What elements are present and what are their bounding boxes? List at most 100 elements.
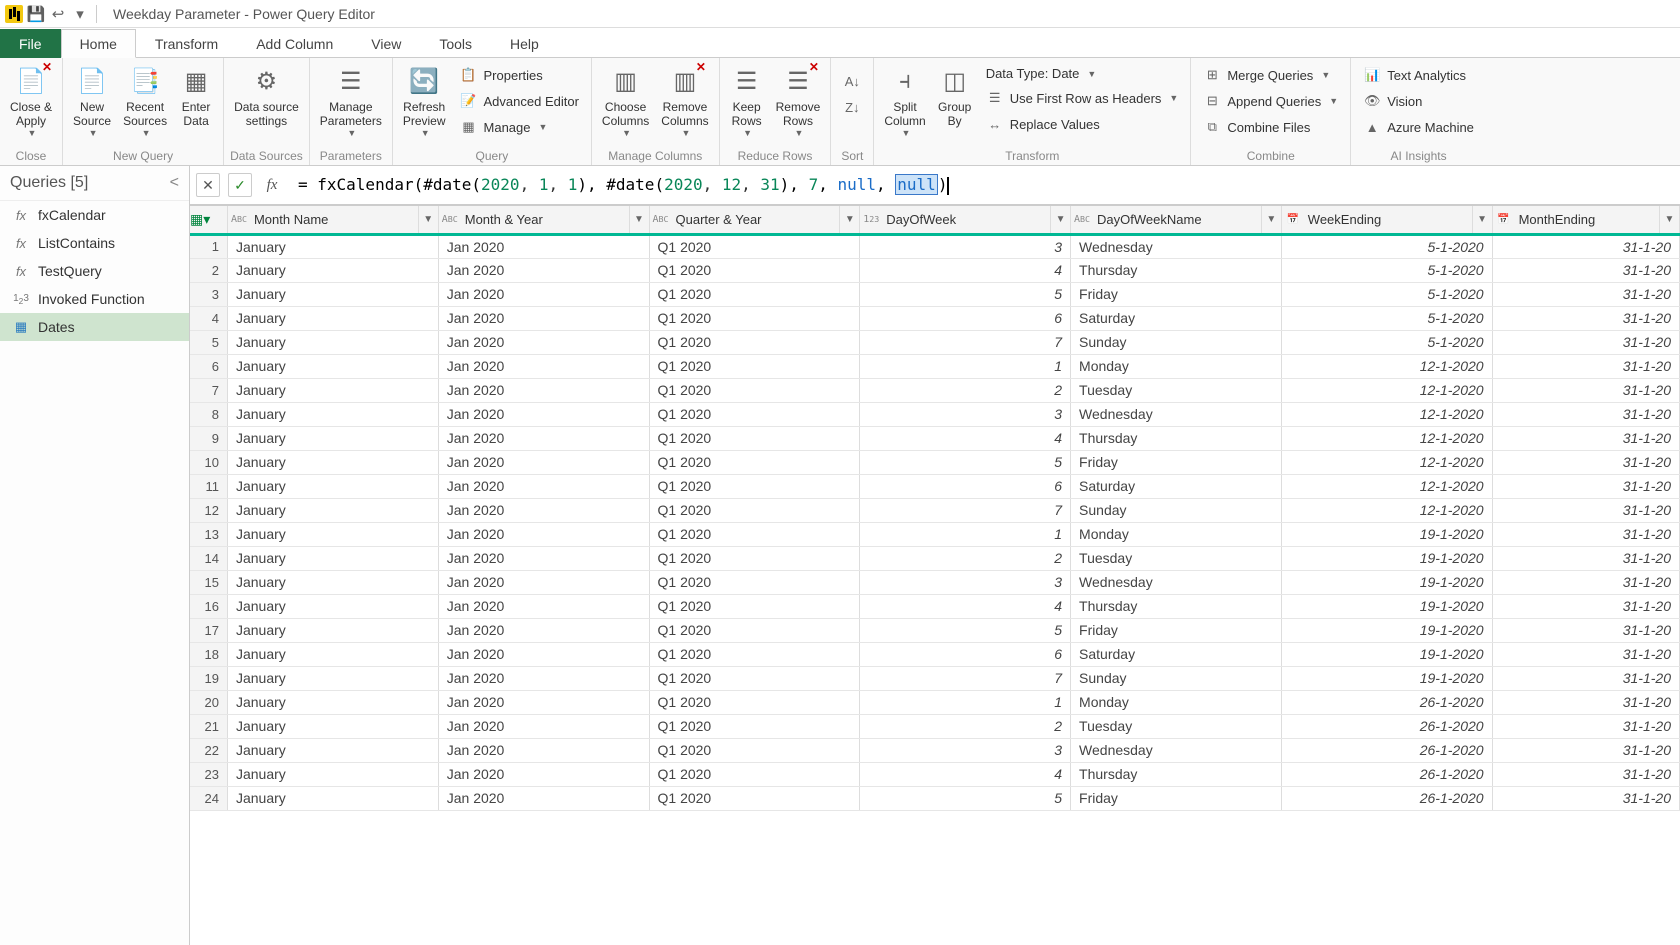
table-cell[interactable]: 26-1-2020: [1281, 786, 1492, 810]
filter-dropdown-icon[interactable]: ▼: [1472, 206, 1492, 233]
table-cell[interactable]: Q1 2020: [649, 690, 860, 714]
table-cell[interactable]: 19-1-2020: [1281, 546, 1492, 570]
table-cell[interactable]: Q1 2020: [649, 738, 860, 762]
table-cell[interactable]: January: [227, 522, 438, 546]
table-cell[interactable]: Wednesday: [1071, 738, 1282, 762]
table-cell[interactable]: Q1 2020: [649, 426, 860, 450]
table-cell[interactable]: Saturday: [1071, 306, 1282, 330]
query-item[interactable]: fxListContains: [0, 229, 189, 257]
type-icon[interactable]: ABC: [228, 214, 250, 225]
table-cell[interactable]: January: [227, 738, 438, 762]
column-header[interactable]: ABCDayOfWeekName▼: [1071, 206, 1282, 234]
table-row[interactable]: 15JanuaryJan 2020Q1 20203Wednesday19-1-2…: [190, 570, 1680, 594]
remove-rows-button[interactable]: ☰ Remove Rows ▼: [770, 60, 827, 138]
keep-rows-button[interactable]: ☰ Keep Rows ▼: [724, 60, 770, 138]
qat-customize-icon[interactable]: ▾: [70, 4, 90, 24]
table-cell[interactable]: Q1 2020: [649, 762, 860, 786]
table-cell[interactable]: 7: [860, 498, 1071, 522]
table-cell[interactable]: 31-1-20: [1492, 594, 1679, 618]
table-cell[interactable]: 7: [860, 330, 1071, 354]
table-cell[interactable]: 12-1-2020: [1281, 426, 1492, 450]
table-cell[interactable]: 19-1-2020: [1281, 642, 1492, 666]
table-cell[interactable]: Sunday: [1071, 330, 1282, 354]
table-cell[interactable]: 31-1-20: [1492, 666, 1679, 690]
data-source-settings-button[interactable]: ⚙ Data source settings: [228, 60, 305, 128]
table-cell[interactable]: Q1 2020: [649, 330, 860, 354]
table-cell[interactable]: 19-1-2020: [1281, 618, 1492, 642]
table-cell[interactable]: Jan 2020: [438, 402, 649, 426]
table-row[interactable]: 8JanuaryJan 2020Q1 20203Wednesday12-1-20…: [190, 402, 1680, 426]
table-cell[interactable]: Friday: [1071, 450, 1282, 474]
first-row-headers-button[interactable]: ☰Use First Row as Headers▼: [982, 87, 1183, 109]
tab-home[interactable]: Home: [61, 29, 136, 58]
table-cell[interactable]: 4: [860, 258, 1071, 282]
filter-dropdown-icon[interactable]: ▼: [1050, 206, 1070, 233]
table-cell[interactable]: Q1 2020: [649, 714, 860, 738]
type-icon[interactable]: ABC: [1071, 214, 1093, 225]
table-cell[interactable]: Jan 2020: [438, 522, 649, 546]
properties-button[interactable]: 📋Properties: [456, 64, 583, 86]
table-cell[interactable]: January: [227, 498, 438, 522]
qat-save-icon[interactable]: 💾: [26, 4, 46, 24]
table-cell[interactable]: 31-1-20: [1492, 642, 1679, 666]
table-cell[interactable]: Jan 2020: [438, 306, 649, 330]
table-cell[interactable]: Jan 2020: [438, 474, 649, 498]
table-cell[interactable]: 31-1-20: [1492, 354, 1679, 378]
type-icon[interactable]: ABC: [439, 214, 461, 225]
table-row[interactable]: 17JanuaryJan 2020Q1 20205Friday19-1-2020…: [190, 618, 1680, 642]
table-cell[interactable]: 19-1-2020: [1281, 570, 1492, 594]
table-cell[interactable]: Friday: [1071, 786, 1282, 810]
table-cell[interactable]: January: [227, 282, 438, 306]
qat-undo-icon[interactable]: ↩: [48, 4, 68, 24]
table-cell[interactable]: 7: [860, 666, 1071, 690]
table-cell[interactable]: 5: [860, 282, 1071, 306]
formula-cancel-button[interactable]: ✕: [196, 173, 220, 197]
table-cell[interactable]: 4: [860, 594, 1071, 618]
table-cell[interactable]: January: [227, 666, 438, 690]
table-cell[interactable]: 2: [860, 378, 1071, 402]
table-row[interactable]: 19JanuaryJan 2020Q1 20207Sunday19-1-2020…: [190, 666, 1680, 690]
table-row[interactable]: 6JanuaryJan 2020Q1 20201Monday12-1-20203…: [190, 354, 1680, 378]
table-cell[interactable]: 5: [860, 618, 1071, 642]
column-header[interactable]: 📅MonthEnding▼: [1492, 206, 1679, 234]
sort-desc-button[interactable]: Z↓: [839, 96, 865, 118]
table-cell[interactable]: 19-1-2020: [1281, 522, 1492, 546]
remove-columns-button[interactable]: ▥ Remove Columns ▼: [655, 60, 714, 138]
table-cell[interactable]: Q1 2020: [649, 786, 860, 810]
table-cell[interactable]: January: [227, 570, 438, 594]
table-cell[interactable]: January: [227, 234, 438, 258]
table-row[interactable]: 4JanuaryJan 2020Q1 20206Saturday5-1-2020…: [190, 306, 1680, 330]
split-column-button[interactable]: ⫞ Split Column ▼: [878, 60, 931, 138]
table-cell[interactable]: Tuesday: [1071, 714, 1282, 738]
table-cell[interactable]: Thursday: [1071, 426, 1282, 450]
table-cell[interactable]: 31-1-20: [1492, 258, 1679, 282]
replace-values-button[interactable]: ↔Replace Values: [982, 113, 1183, 135]
table-cell[interactable]: 12-1-2020: [1281, 474, 1492, 498]
table-cell[interactable]: January: [227, 762, 438, 786]
query-item[interactable]: 123Invoked Function: [0, 285, 189, 313]
table-cell[interactable]: 31-1-20: [1492, 522, 1679, 546]
table-cell[interactable]: 31-1-20: [1492, 330, 1679, 354]
query-item[interactable]: fxTestQuery: [0, 257, 189, 285]
table-cell[interactable]: 1: [860, 690, 1071, 714]
table-cell[interactable]: Wednesday: [1071, 234, 1282, 258]
table-cell[interactable]: Q1 2020: [649, 354, 860, 378]
table-cell[interactable]: January: [227, 306, 438, 330]
table-cell[interactable]: January: [227, 618, 438, 642]
table-row[interactable]: 20JanuaryJan 2020Q1 20201Monday26-1-2020…: [190, 690, 1680, 714]
tab-transform[interactable]: Transform: [136, 29, 237, 58]
type-icon[interactable]: ABC: [650, 214, 672, 225]
table-cell[interactable]: 31-1-20: [1492, 714, 1679, 738]
table-cell[interactable]: Q1 2020: [649, 546, 860, 570]
table-cell[interactable]: 6: [860, 474, 1071, 498]
table-cell[interactable]: Jan 2020: [438, 570, 649, 594]
table-cell[interactable]: January: [227, 450, 438, 474]
table-cell[interactable]: Jan 2020: [438, 354, 649, 378]
vision-button[interactable]: 👁Vision: [1359, 90, 1478, 112]
table-cell[interactable]: Q1 2020: [649, 378, 860, 402]
sort-asc-button[interactable]: A↓: [839, 70, 865, 92]
table-row[interactable]: 16JanuaryJan 2020Q1 20204Thursday19-1-20…: [190, 594, 1680, 618]
table-cell[interactable]: January: [227, 642, 438, 666]
filter-dropdown-icon[interactable]: ▼: [1659, 206, 1679, 233]
table-cell[interactable]: 3: [860, 234, 1071, 258]
